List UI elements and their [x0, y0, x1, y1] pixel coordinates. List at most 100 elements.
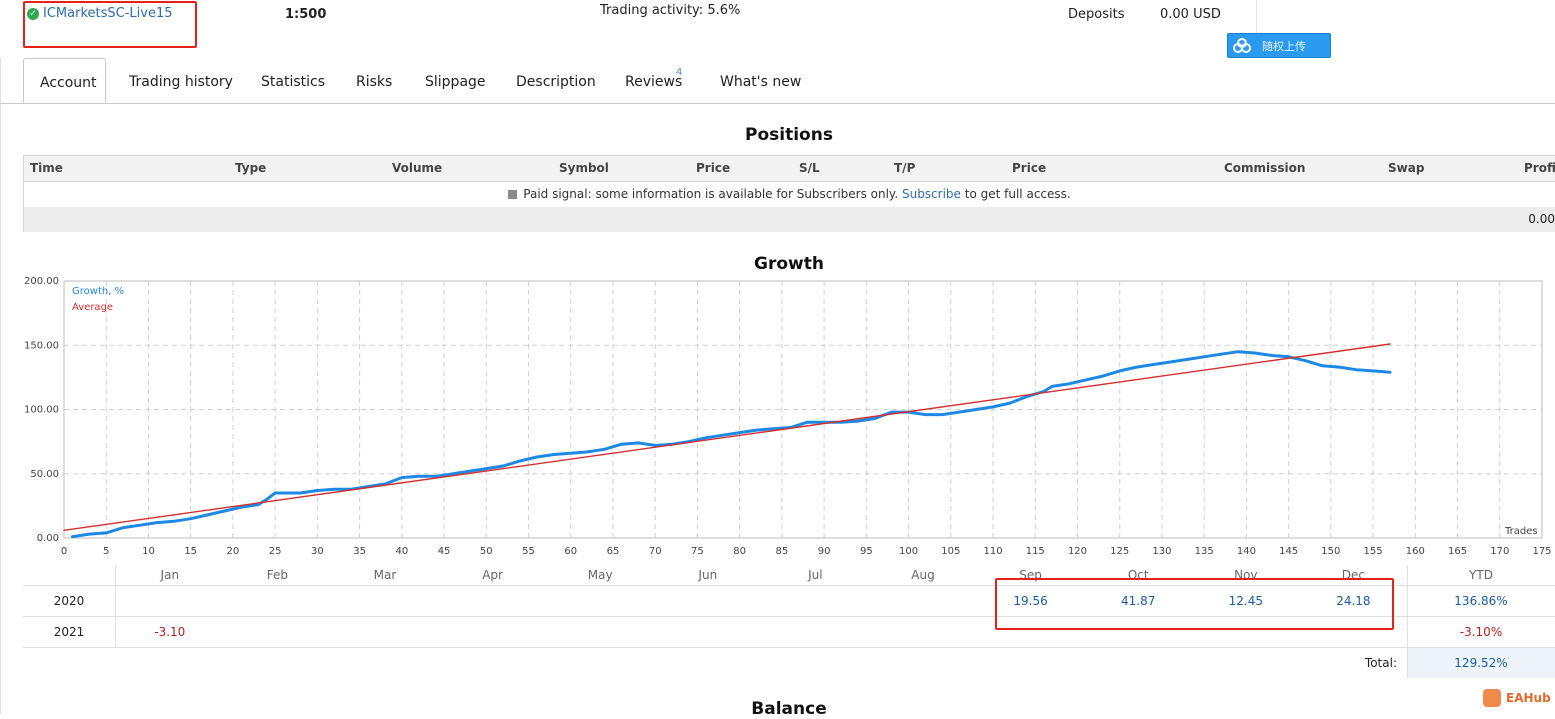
- paid-signal-notice: Paid signal: some information is availab…: [24, 187, 1555, 201]
- ytd-header: YTD: [1469, 568, 1493, 582]
- positions-total-row: 0.00: [24, 207, 1555, 232]
- x-tick-label: 110: [983, 546, 1002, 557]
- x-tick-label: 170: [1490, 546, 1509, 557]
- tab-account[interactable]: Account: [23, 58, 106, 103]
- month-header: Jul: [808, 568, 823, 582]
- month-header: Aug: [911, 568, 935, 582]
- tab-trading-history[interactable]: Trading history: [129, 74, 233, 90]
- positions-header-row: Time Type Volume Symbol Price S/L T/P Pr…: [24, 156, 1555, 182]
- growth-chart: 0 5 10 15 20 25 30 35 40 45 50 55 60 65 70 75 80 85 90 95 10…: [24, 276, 1552, 557]
- month-header: Mar: [373, 568, 397, 582]
- x-tick-label: 90: [818, 546, 831, 557]
- x-tick-label: 135: [1195, 546, 1214, 557]
- col-volume[interactable]: Volume: [392, 161, 442, 175]
- lock-icon: [508, 190, 518, 199]
- x-tick-label: 30: [311, 546, 324, 557]
- total-value: 129.52%: [1454, 656, 1508, 670]
- cloud-icon: [1233, 37, 1251, 53]
- cloud-button-label: 随权上传: [1262, 39, 1306, 53]
- x-tick-label: 65: [607, 546, 620, 557]
- year-label: 2021: [53, 625, 85, 639]
- x-tick-label: 70: [649, 546, 662, 557]
- month-header: Feb: [266, 568, 289, 582]
- col-swap[interactable]: Swap: [1388, 161, 1424, 175]
- tab-statistics[interactable]: Statistics: [261, 74, 325, 90]
- tab-whats-new[interactable]: What's new: [720, 74, 801, 90]
- col-type[interactable]: Type: [235, 161, 266, 175]
- notice-text-end: to get full access.: [964, 187, 1071, 201]
- x-tick-label: 95: [860, 546, 873, 557]
- col-profit[interactable]: Profit: [1524, 161, 1555, 175]
- x-axis-label: Trades: [1504, 526, 1538, 537]
- x-tick-label: 50: [480, 546, 493, 557]
- x-tick-label: 100: [899, 546, 918, 557]
- tab-label: Account: [40, 75, 97, 91]
- x-tick-label: 145: [1279, 546, 1298, 557]
- month-header: Apr: [482, 568, 503, 582]
- x-tick-label: 125: [1110, 546, 1129, 557]
- row-divider: [23, 647, 1555, 648]
- deposits-value: 0.00 USD: [1160, 7, 1221, 22]
- x-tick-label: 85: [776, 546, 789, 557]
- watermark-text: EAHub: [1506, 691, 1551, 705]
- tab-reviews[interactable]: Reviews: [625, 74, 682, 90]
- positions-title: Positions: [745, 125, 833, 145]
- tab-risks[interactable]: Risks: [356, 74, 392, 90]
- col-commission[interactable]: Commission: [1224, 161, 1305, 175]
- positions-total: 0.00: [1528, 212, 1555, 226]
- x-tick-label: 155: [1364, 546, 1383, 557]
- ytd-value: 136.86%: [1454, 594, 1508, 608]
- tab-description[interactable]: Description: [516, 74, 596, 90]
- col-symbol[interactable]: Symbol: [559, 161, 609, 175]
- x-tick-label: 55: [522, 546, 535, 557]
- y-tick-label: 0.00: [37, 533, 59, 544]
- balance-title: Balance: [751, 699, 827, 719]
- x-tick-label: 150: [1321, 546, 1340, 557]
- x-tick-label: 15: [184, 546, 197, 557]
- month-header: Jun: [698, 568, 718, 582]
- x-tick-label: 0: [61, 546, 67, 557]
- leverage-value: 1:500: [285, 7, 327, 22]
- subscribe-link[interactable]: Subscribe: [902, 187, 961, 201]
- month-header: Jan: [160, 568, 180, 582]
- ytd-value: -3.10%: [1459, 625, 1503, 639]
- x-tick-label: 115: [1026, 546, 1045, 557]
- x-tick-label: 10: [142, 546, 155, 557]
- col-price[interactable]: Price: [696, 161, 730, 175]
- notice-text: Paid signal: some information is availab…: [523, 187, 899, 201]
- x-tick-label: 45: [438, 546, 451, 557]
- col-tp[interactable]: T/P: [894, 161, 915, 175]
- x-tick-label: 160: [1406, 546, 1425, 557]
- y-tick-label: 150.00: [24, 340, 59, 351]
- highlight-box-broker: [23, 1, 197, 48]
- positions-table: Time Type Volume Symbol Price S/L T/P Pr…: [23, 155, 1555, 232]
- x-tick-label: 75: [691, 546, 704, 557]
- x-tick-label: 35: [353, 546, 366, 557]
- col-price-close[interactable]: Price: [1012, 161, 1046, 175]
- x-tick-label: 165: [1448, 546, 1467, 557]
- x-tick-label: 140: [1237, 546, 1256, 557]
- legend-growth: Growth, %: [72, 286, 124, 297]
- tab-slippage[interactable]: Slippage: [425, 74, 486, 90]
- col-sl[interactable]: S/L: [799, 161, 820, 175]
- legend-average: Average: [72, 302, 113, 313]
- x-tick-label: 80: [733, 546, 746, 557]
- trading-activity: Trading activity: 5.6%: [600, 3, 741, 18]
- x-tick-label: 130: [1152, 546, 1171, 557]
- x-tick-label: 175: [1532, 546, 1551, 557]
- deposits-label: Deposits: [1068, 7, 1125, 22]
- y-tick-label: 200.00: [24, 276, 59, 287]
- cloud-upload-button[interactable]: 随权上传: [1227, 33, 1331, 58]
- total-label: Total:: [1364, 656, 1397, 670]
- month-return-value[interactable]: -3.10: [116, 625, 224, 639]
- y-tick-label: 100.00: [24, 405, 59, 416]
- x-tick-label: 105: [941, 546, 960, 557]
- eahub-logo-icon: [1483, 689, 1501, 707]
- y-tick-label: 50.00: [30, 469, 59, 480]
- x-tick-label: 25: [269, 546, 282, 557]
- year-label: 2020: [53, 594, 85, 608]
- x-tick-label: 60: [564, 546, 577, 557]
- reviews-count-badge: 4: [676, 67, 683, 78]
- col-time[interactable]: Time: [30, 161, 63, 175]
- x-tick-label: 120: [1068, 546, 1087, 557]
